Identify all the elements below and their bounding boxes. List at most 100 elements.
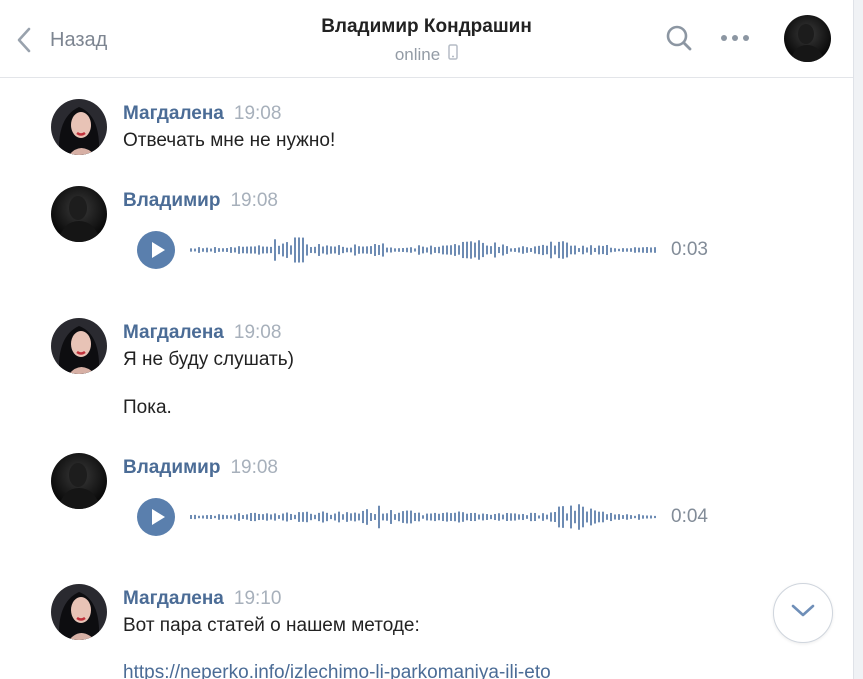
waveform-bar: [454, 512, 456, 522]
waveform-bar: [530, 512, 532, 522]
waveform-bar: [214, 247, 216, 253]
waveform-bar: [618, 514, 620, 520]
waveform-bar: [218, 514, 220, 520]
waveform-bar: [286, 512, 288, 522]
avatar[interactable]: [51, 453, 107, 509]
waveform-bar: [486, 245, 488, 255]
waveform-bar: [602, 511, 604, 523]
waveform-bar: [386, 513, 388, 521]
waveform-bar: [226, 248, 228, 252]
waveform-bar: [610, 247, 612, 253]
waveform-bar: [630, 248, 632, 252]
message-time: 19:08: [233, 322, 282, 343]
author-name[interactable]: Магдалена 19:10: [123, 588, 281, 610]
waveform-bar: [630, 515, 632, 519]
waveform-bar: [414, 512, 416, 522]
waveform-bar: [538, 515, 540, 519]
waveform-bar: [266, 513, 268, 521]
waveform-bar: [194, 514, 196, 520]
waveform-bar: [466, 513, 468, 521]
waveform-bar: [474, 242, 476, 258]
waveform-bar: [198, 515, 200, 519]
waveform-bar: [262, 514, 264, 520]
waveform-bar: [526, 515, 528, 519]
waveform-bar: [310, 247, 312, 253]
waveform-bar: [326, 245, 328, 255]
waveform-bar: [386, 247, 388, 253]
waveform-bar: [426, 247, 428, 253]
waveform-bar: [354, 512, 356, 522]
waveform-bar: [206, 515, 208, 519]
waveform-bar: [498, 513, 500, 521]
message-text: Отвечать мне не нужно!: [123, 130, 336, 151]
waveform-bar: [498, 246, 500, 254]
waveform-bar: [206, 247, 208, 253]
waveform-bar: [194, 248, 196, 252]
waveform-bar: [626, 514, 628, 520]
waveform-bar: [334, 513, 336, 521]
waveform-bar: [482, 513, 484, 521]
author-name[interactable]: Магдалена 19:08: [123, 322, 281, 344]
waveform-bar: [574, 510, 576, 524]
waveform-bar: [422, 515, 424, 519]
author-name[interactable]: Владимир 19:08: [123, 190, 278, 212]
waveform-bar: [474, 512, 476, 522]
search-icon[interactable]: [664, 22, 694, 59]
author-name[interactable]: Владимир 19:08: [123, 457, 278, 479]
scroll-down-button[interactable]: [773, 583, 833, 643]
waveform-bar: [650, 515, 652, 519]
avatar[interactable]: [51, 186, 107, 242]
voice-waveform[interactable]: [189, 231, 657, 269]
waveform-bar: [550, 512, 552, 522]
status-text: online: [394, 44, 441, 64]
avatar[interactable]: [51, 99, 107, 155]
waveform-bar: [542, 513, 544, 521]
waveform-bar: [306, 511, 308, 523]
waveform-bar: [410, 247, 412, 253]
waveform-bar: [478, 240, 480, 260]
waveform-bar: [322, 246, 324, 254]
message-text: Вот пара статей о нашем методе:: [123, 615, 420, 636]
waveform-bar: [622, 515, 624, 519]
voice-duration: 0:04: [671, 506, 708, 527]
waveform-bar: [294, 514, 296, 520]
more-icon[interactable]: [719, 28, 753, 53]
message-time: 19:08: [230, 190, 278, 211]
avatar[interactable]: [51, 318, 107, 374]
play-button[interactable]: [137, 231, 175, 269]
waveform-bar: [646, 247, 648, 253]
waveform-bar: [610, 512, 612, 522]
waveform-bar: [566, 513, 568, 521]
peer-avatar[interactable]: [784, 15, 831, 62]
waveform-bar: [350, 513, 352, 521]
waveform-bar: [502, 514, 504, 520]
waveform-bar: [358, 246, 360, 254]
article-link[interactable]: https://neperko.info/izlechimo-li-parkom…: [123, 662, 551, 679]
message-time: 19:08: [230, 457, 278, 478]
waveform-bar: [274, 239, 276, 261]
waveform-bar: [302, 512, 304, 522]
voice-waveform[interactable]: [189, 498, 657, 536]
waveform-bar: [586, 511, 588, 523]
waveform-bar: [550, 241, 552, 259]
waveform-bar: [390, 247, 392, 253]
play-button[interactable]: [137, 498, 175, 536]
chat-header: Назад Владимир Кондрашин online: [0, 0, 853, 78]
author-name[interactable]: Магдалена 19:08: [123, 103, 281, 125]
waveform-bar: [242, 515, 244, 519]
waveform-bar: [586, 247, 588, 253]
avatar[interactable]: [51, 584, 107, 640]
waveform-bar: [606, 514, 608, 520]
waveform-bar: [598, 511, 600, 523]
waveform-bar: [210, 248, 212, 252]
waveform-bar: [362, 246, 364, 254]
waveform-bar: [238, 513, 240, 521]
message-time: 19:10: [233, 588, 282, 609]
waveform-bar: [222, 514, 224, 520]
waveform-bar: [518, 247, 520, 253]
waveform-bar: [626, 248, 628, 252]
waveform-bar: [570, 505, 572, 529]
waveform-bar: [426, 513, 428, 521]
waveform-bar: [598, 245, 600, 255]
waveform-bar: [274, 513, 276, 521]
